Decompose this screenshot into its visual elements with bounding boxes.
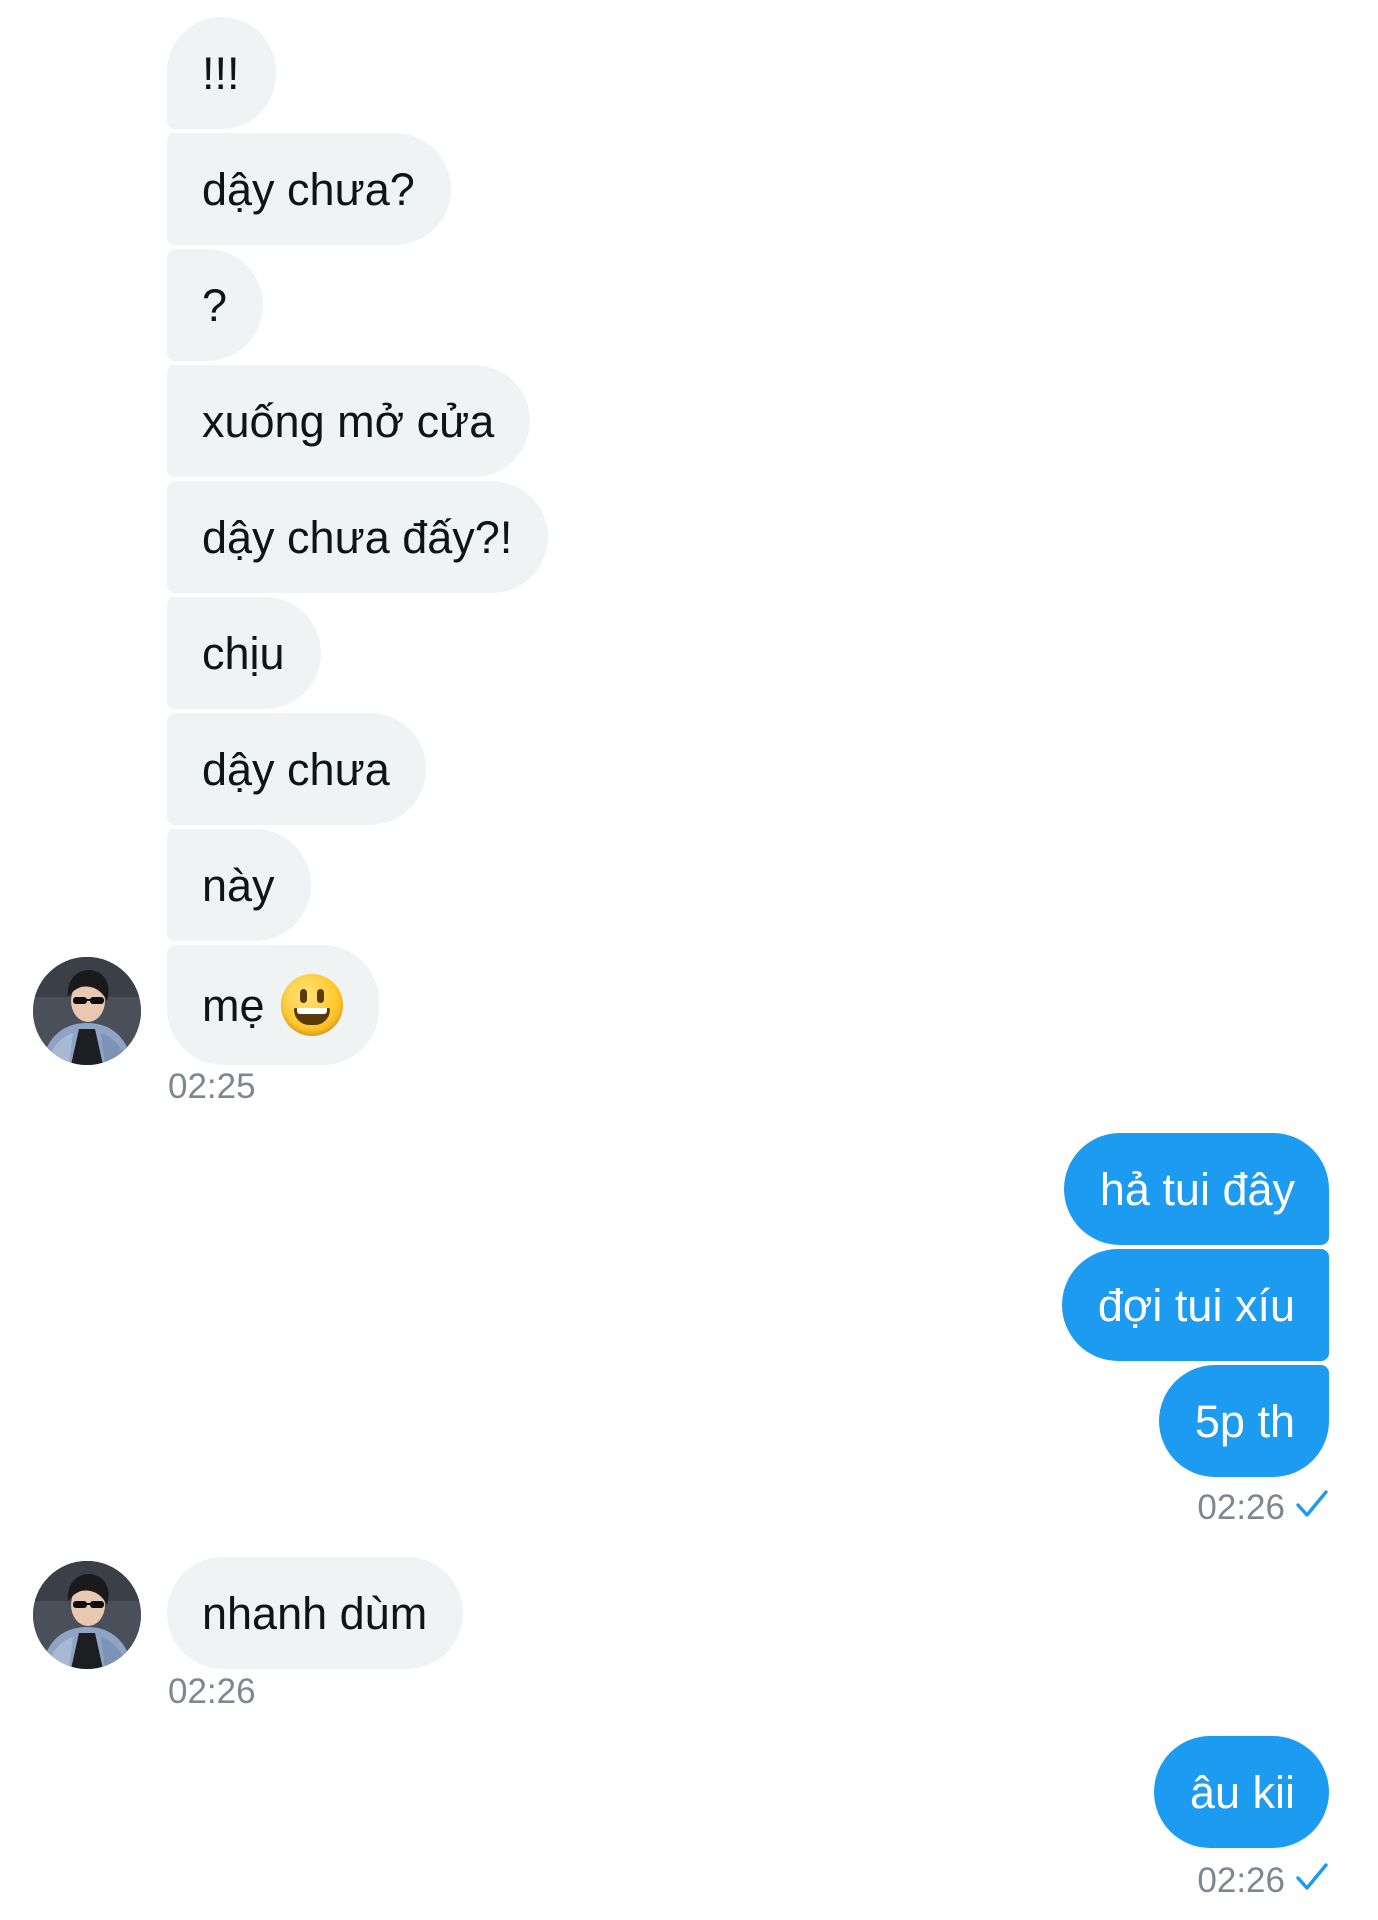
message-timestamp-row: 02:26	[1197, 1489, 1329, 1525]
message-bubble-received[interactable]: xuống mở cửa	[167, 365, 531, 477]
message-bubble-sent[interactable]: 5p th	[1158, 1365, 1329, 1477]
message-text: đợi tui xíu	[1097, 1279, 1295, 1331]
message-bubble-sent[interactable]: âu kii	[1153, 1736, 1329, 1848]
message-bubble-received[interactable]: nhanh dùm	[167, 1557, 464, 1669]
avatar-photo	[33, 957, 141, 1065]
avatar[interactable]	[33, 957, 141, 1065]
avatar[interactable]	[33, 1561, 141, 1669]
message-timestamp: 02:26	[1197, 1487, 1285, 1527]
message-text: này	[202, 859, 275, 911]
message-bubble-received[interactable]: dậy chưa	[167, 713, 426, 825]
message-text: dậy chưa	[202, 743, 390, 795]
message-text: xuống mở cửa	[202, 395, 495, 447]
message-text: mẹ	[202, 979, 265, 1031]
message-text: ?	[202, 279, 228, 331]
message-bubble-received[interactable]: !!!	[167, 17, 276, 129]
sent-check-icon	[1295, 1489, 1329, 1525]
message-timestamp: 02:26	[1197, 1860, 1285, 1900]
message-text: nhanh dùm	[202, 1587, 428, 1639]
message-timestamp-row: 02:26	[1197, 1862, 1329, 1898]
sent-check-icon	[1295, 1862, 1329, 1898]
message-text: dậy chưa đấy?!	[202, 511, 513, 563]
message-bubble-received[interactable]: ?	[167, 249, 264, 361]
message-text: chịu	[202, 627, 285, 679]
message-bubble-received[interactable]: chịu	[167, 597, 321, 709]
message-bubble-received[interactable]: dậy chưa đấy?!	[167, 481, 549, 593]
message-bubble-sent[interactable]: đợi tui xíu	[1061, 1249, 1329, 1361]
message-text: 5p th	[1194, 1395, 1295, 1447]
message-text: !!!	[202, 47, 240, 99]
message-bubble-received[interactable]: này	[167, 829, 311, 941]
message-bubble-received[interactable]: dậy chưa?	[167, 133, 451, 245]
message-text: âu kii	[1189, 1766, 1295, 1818]
avatar-photo	[33, 1561, 141, 1669]
message-text: dậy chưa?	[202, 163, 415, 215]
message-timestamp: 02:25	[168, 1067, 256, 1106]
message-text: hả tui đây	[1099, 1163, 1295, 1215]
message-bubble-sent[interactable]: hả tui đây	[1063, 1133, 1329, 1245]
smiley-emoji-icon	[280, 974, 343, 1036]
message-timestamp: 02:26	[168, 1672, 256, 1711]
message-bubble-received[interactable]: mẹ	[167, 945, 379, 1065]
